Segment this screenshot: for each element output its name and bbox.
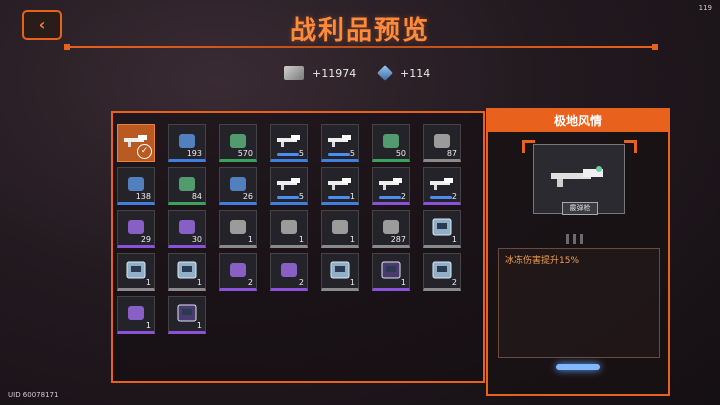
item-quantity: 1 — [196, 278, 202, 287]
currency-cash: +11974 — [284, 66, 356, 80]
item-quantity: 1 — [247, 235, 253, 244]
item-bar — [277, 153, 299, 156]
item-quantity: 138 — [135, 192, 151, 201]
item-quantity: 2 — [451, 192, 457, 201]
item-quantity: 84 — [191, 192, 202, 201]
item-quantity: 1 — [196, 321, 202, 330]
item-quantity: 87 — [446, 149, 457, 158]
cash-icon — [284, 66, 304, 80]
weapon-type-label: 霰弹枪 — [562, 202, 598, 215]
item-quantity: 2 — [247, 278, 253, 287]
item-bar — [379, 196, 401, 199]
loot-item[interactable]: 1 — [321, 210, 359, 248]
item-quantity: 5 — [298, 192, 304, 201]
item-quantity: 1 — [451, 235, 457, 244]
loot-item[interactable]: 30 — [168, 210, 206, 248]
item-quantity: 29 — [140, 235, 151, 244]
title-divider — [64, 44, 658, 50]
scroll-indicator — [556, 364, 600, 370]
cube-amount: +114 — [400, 66, 431, 80]
frame-corner — [624, 140, 637, 153]
loot-item[interactable]: 2 — [270, 253, 308, 291]
loot-item[interactable]: 1 — [219, 210, 257, 248]
item-quantity: 1 — [400, 278, 406, 287]
item-quantity: 2 — [451, 278, 457, 287]
item-quantity: 26 — [242, 192, 253, 201]
loot-item[interactable]: 570 — [219, 124, 257, 162]
cash-amount: +11974 — [312, 66, 357, 80]
loot-item[interactable]: 84 — [168, 167, 206, 205]
loot-item[interactable]: 1 — [117, 296, 155, 334]
item-quantity: 570 — [237, 149, 253, 158]
loot-item[interactable]: 5 — [321, 124, 359, 162]
page-title: 战利品预览 — [289, 16, 430, 46]
item-quantity: 1 — [349, 192, 355, 201]
item-bar — [430, 196, 452, 199]
shotgun-icon — [551, 166, 603, 187]
item-bar — [328, 196, 350, 199]
loot-item[interactable]: 26 — [219, 167, 257, 205]
item-quantity: 1 — [349, 235, 355, 244]
loot-item[interactable]: 1 — [372, 253, 410, 291]
divider-bars — [566, 234, 583, 244]
loot-item[interactable]: 1 — [168, 296, 206, 334]
effect-box: 冰冻伤害提升15% — [498, 248, 660, 358]
loot-item[interactable]: 5 — [270, 167, 308, 205]
loot-item[interactable]: 1 — [168, 253, 206, 291]
item-detail-panel: 极地风情 霰弹枪 冰冻伤害提升15% — [486, 108, 670, 396]
currency-cube: +114 — [377, 65, 431, 81]
item-quantity: 1 — [349, 278, 355, 287]
effect-text: 冰冻伤害提升15% — [505, 256, 580, 266]
item-quantity: 5 — [349, 149, 355, 158]
loot-item[interactable]: 1 — [270, 210, 308, 248]
item-quantity: 50 — [395, 149, 406, 158]
item-quantity: 193 — [186, 149, 202, 158]
loot-item[interactable]: 1 — [321, 167, 359, 205]
loot-item[interactable]: 50 — [372, 124, 410, 162]
item-quantity: 2 — [400, 192, 406, 201]
item-name: 极地风情 — [488, 110, 668, 132]
loot-item[interactable]: 138 — [117, 167, 155, 205]
loot-item[interactable]: 29 — [117, 210, 155, 248]
item-quantity: 2 — [298, 278, 304, 287]
item-quantity: 287 — [390, 235, 406, 244]
weapon-preview: 霰弹枪 — [533, 144, 625, 215]
loot-item[interactable]: 193 — [168, 124, 206, 162]
loot-item[interactable]: 1 — [117, 253, 155, 291]
loot-item[interactable]: 2 — [219, 253, 257, 291]
loot-item[interactable]: 2 — [372, 167, 410, 205]
loot-item[interactable]: 87 — [423, 124, 461, 162]
loot-item[interactable]: 287 — [372, 210, 410, 248]
loot-item[interactable]: 2 — [423, 253, 461, 291]
loot-item[interactable]: 1 — [321, 253, 359, 291]
item-quantity: 1 — [145, 278, 151, 287]
item-quantity: 1 — [145, 321, 151, 330]
item-quantity: 30 — [191, 235, 202, 244]
loot-item[interactable]: 2 — [423, 167, 461, 205]
user-id: UID 60078171 — [8, 391, 59, 399]
cube-icon — [377, 65, 393, 81]
item-quantity: 5 — [298, 149, 304, 158]
loot-item[interactable]: 5 — [270, 124, 308, 162]
item-bar — [277, 196, 299, 199]
loot-item[interactable]: 1 — [423, 210, 461, 248]
loot-item[interactable]: ✓ — [117, 124, 155, 162]
check-icon: ✓ — [137, 144, 152, 159]
item-quantity: 1 — [298, 235, 304, 244]
item-bar — [328, 153, 350, 156]
